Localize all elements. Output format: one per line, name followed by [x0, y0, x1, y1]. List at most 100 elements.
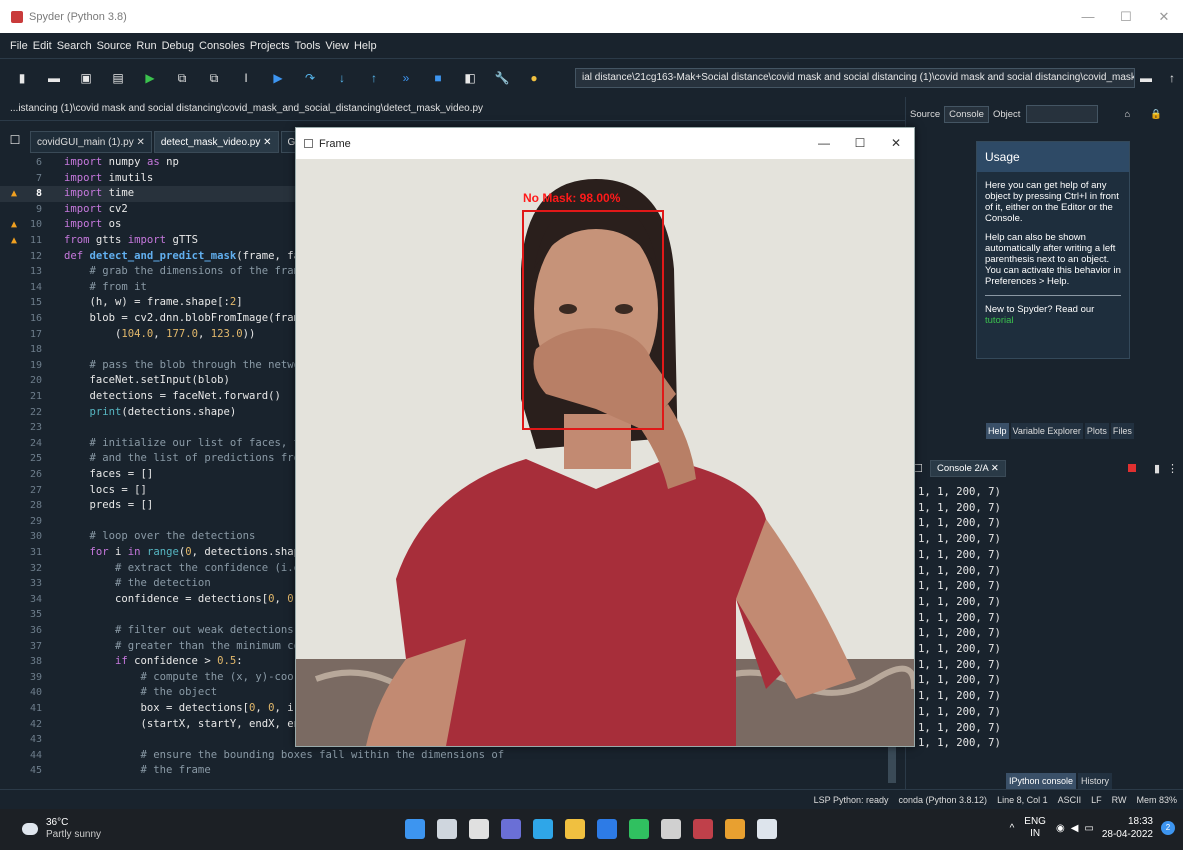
menu-tools[interactable]: Tools: [295, 40, 321, 52]
menu-projects[interactable]: Projects: [250, 40, 290, 52]
wifi-icon[interactable]: ◉: [1056, 823, 1065, 834]
frame-close-button[interactable]: ✕: [878, 128, 914, 159]
console-output-line: 1, 1, 200, 7): [918, 690, 1001, 703]
chrome-icon[interactable]: [725, 819, 745, 839]
taskbar-apps: [405, 819, 789, 839]
python-path-icon[interactable]: ●: [526, 70, 542, 86]
tab-covidgui-main[interactable]: covidGUI_main (1).py ✕: [30, 131, 152, 153]
preferences-wrench-icon[interactable]: 🔧: [494, 70, 510, 86]
tab-console-2a[interactable]: Console 2/A ✕: [930, 459, 1006, 477]
menu-debug[interactable]: Debug: [162, 40, 194, 52]
continue-icon[interactable]: »: [398, 70, 414, 86]
lock-icon[interactable]: 🔒: [1150, 109, 1162, 120]
code-text: (h, w) = frame.shape[:2]: [64, 295, 243, 311]
mail-icon[interactable]: [597, 819, 617, 839]
code-token: # the object: [64, 686, 218, 699]
menu-file[interactable]: File: [10, 40, 28, 52]
weather-widget[interactable]: 36°C Partly sunny: [22, 817, 101, 841]
language-indicator[interactable]: ENG IN: [1024, 816, 1046, 840]
volume-icon[interactable]: ◀: [1071, 823, 1079, 834]
code-token: cv2: [102, 202, 128, 215]
tutorial-link[interactable]: tutorial: [985, 315, 1014, 326]
line-number: 29: [29, 515, 42, 527]
frame-title-bar[interactable]: Frame — ☐ ✕: [296, 128, 914, 159]
frame-window[interactable]: Frame — ☐ ✕ No Mask: 98.00%: [295, 127, 915, 747]
menu-consoles[interactable]: Consoles: [199, 40, 245, 52]
step-into-icon[interactable]: ↓: [334, 70, 350, 86]
source-select[interactable]: Console: [944, 105, 989, 123]
debug-icon[interactable]: ▶: [270, 70, 286, 86]
run-cell-icon[interactable]: ⧉: [174, 70, 190, 86]
browse-folder-icon[interactable]: ▬: [1138, 70, 1154, 86]
code-token: gTTS: [166, 234, 198, 246]
code-token: import: [64, 202, 103, 215]
step-icon[interactable]: ↷: [302, 70, 318, 86]
editor-scrollbar[interactable]: [888, 747, 896, 783]
close-button[interactable]: ✕: [1145, 0, 1183, 33]
home-icon[interactable]: ⌂: [1124, 109, 1130, 120]
warning-icon[interactable]: ▲: [11, 233, 17, 249]
tab-help[interactable]: Help: [986, 423, 1009, 439]
windows-start-icon[interactable]: [405, 819, 425, 839]
maximize-button[interactable]: ☐: [1107, 0, 1145, 33]
notification-badge[interactable]: 2: [1161, 821, 1175, 835]
menu-run[interactable]: Run: [136, 40, 156, 52]
code-token: def: [64, 249, 84, 262]
teams-icon[interactable]: [501, 819, 521, 839]
open-folder-icon[interactable]: ▬: [46, 70, 62, 86]
new-file-icon[interactable]: ▮: [14, 70, 30, 86]
browse-tabs-icon[interactable]: ☐: [0, 127, 30, 153]
console-options-icon[interactable]: ▮: [1154, 462, 1160, 475]
tab-files[interactable]: Files: [1110, 423, 1134, 439]
frame-minimize-button[interactable]: —: [806, 128, 842, 159]
menu-edit[interactable]: Edit: [33, 40, 52, 52]
run-icon[interactable]: ▶: [142, 70, 158, 86]
task-view-icon[interactable]: [469, 819, 489, 839]
edge-icon[interactable]: [533, 819, 553, 839]
code-line[interactable]: 45 # the frame: [0, 763, 905, 779]
save-icon[interactable]: ▣: [78, 70, 94, 86]
menu-help[interactable]: Help: [354, 40, 377, 52]
step-return-icon[interactable]: ↑: [366, 70, 382, 86]
stop-debug-icon[interactable]: ■: [430, 70, 446, 86]
minimize-button[interactable]: —: [1069, 0, 1107, 33]
frame-title: Frame: [319, 137, 351, 150]
save-all-icon[interactable]: ▤: [110, 70, 126, 86]
code-token: ,: [274, 592, 288, 605]
tab-detect-mask-video[interactable]: detect_mask_video.py ✕: [153, 131, 279, 153]
menu-search[interactable]: Search: [57, 40, 92, 52]
tab-variable-explorer[interactable]: Variable Explorer: [1010, 423, 1083, 439]
console-output[interactable]: 1, 1, 200, 7) 1, 1, 200, 7) 1, 1, 200, 7) 1…: [918, 485, 1178, 752]
search-icon[interactable]: [437, 819, 457, 839]
clock[interactable]: 18:33 28-04-2022: [1102, 815, 1153, 841]
spyder-icon[interactable]: [693, 819, 713, 839]
console-output-line: 1, 1, 200, 7): [918, 611, 1001, 624]
warning-icon[interactable]: ▲: [11, 186, 17, 202]
help-pane: Source Console Object ⌂ 🔒 Usage Here you…: [905, 97, 1183, 445]
object-input[interactable]: [1026, 105, 1099, 123]
warning-icon[interactable]: ▲: [11, 217, 17, 233]
frame-maximize-button[interactable]: ☐: [842, 128, 878, 159]
status-bar: LSP Python: ready conda (Python 3.8.12) …: [0, 789, 1183, 809]
tab-ipython-console[interactable]: IPython console: [1006, 773, 1077, 789]
spotify-icon[interactable]: [629, 819, 649, 839]
maximize-pane-icon[interactable]: ◧: [462, 70, 478, 86]
code-line[interactable]: 44 # ensure the bounding boxes fall with…: [0, 748, 905, 764]
code-token: box = detections[: [64, 702, 249, 714]
interrupt-kernel-icon[interactable]: [1128, 464, 1136, 472]
run-cell-advance-icon[interactable]: ⧉: [206, 70, 222, 86]
file-explorer-icon[interactable]: [565, 819, 585, 839]
terminal-icon[interactable]: [661, 819, 681, 839]
tab-plots[interactable]: Plots: [1084, 423, 1109, 439]
run-selection-icon[interactable]: I: [238, 70, 254, 86]
tab-history[interactable]: History: [1078, 773, 1113, 789]
code-token: in: [127, 546, 141, 558]
tray-overflow-icon[interactable]: ^: [1010, 823, 1015, 834]
console-menu-icon[interactable]: ⋮: [1167, 462, 1178, 475]
parent-directory-icon[interactable]: ↑: [1164, 70, 1180, 86]
battery-icon[interactable]: ▭: [1084, 823, 1093, 834]
menu-source[interactable]: Source: [97, 40, 132, 52]
frame-app-icon[interactable]: [757, 819, 777, 839]
menu-view[interactable]: View: [325, 40, 349, 52]
working-directory-input[interactable]: ial distance\21cg163-Mak+Social distance…: [575, 68, 1135, 88]
